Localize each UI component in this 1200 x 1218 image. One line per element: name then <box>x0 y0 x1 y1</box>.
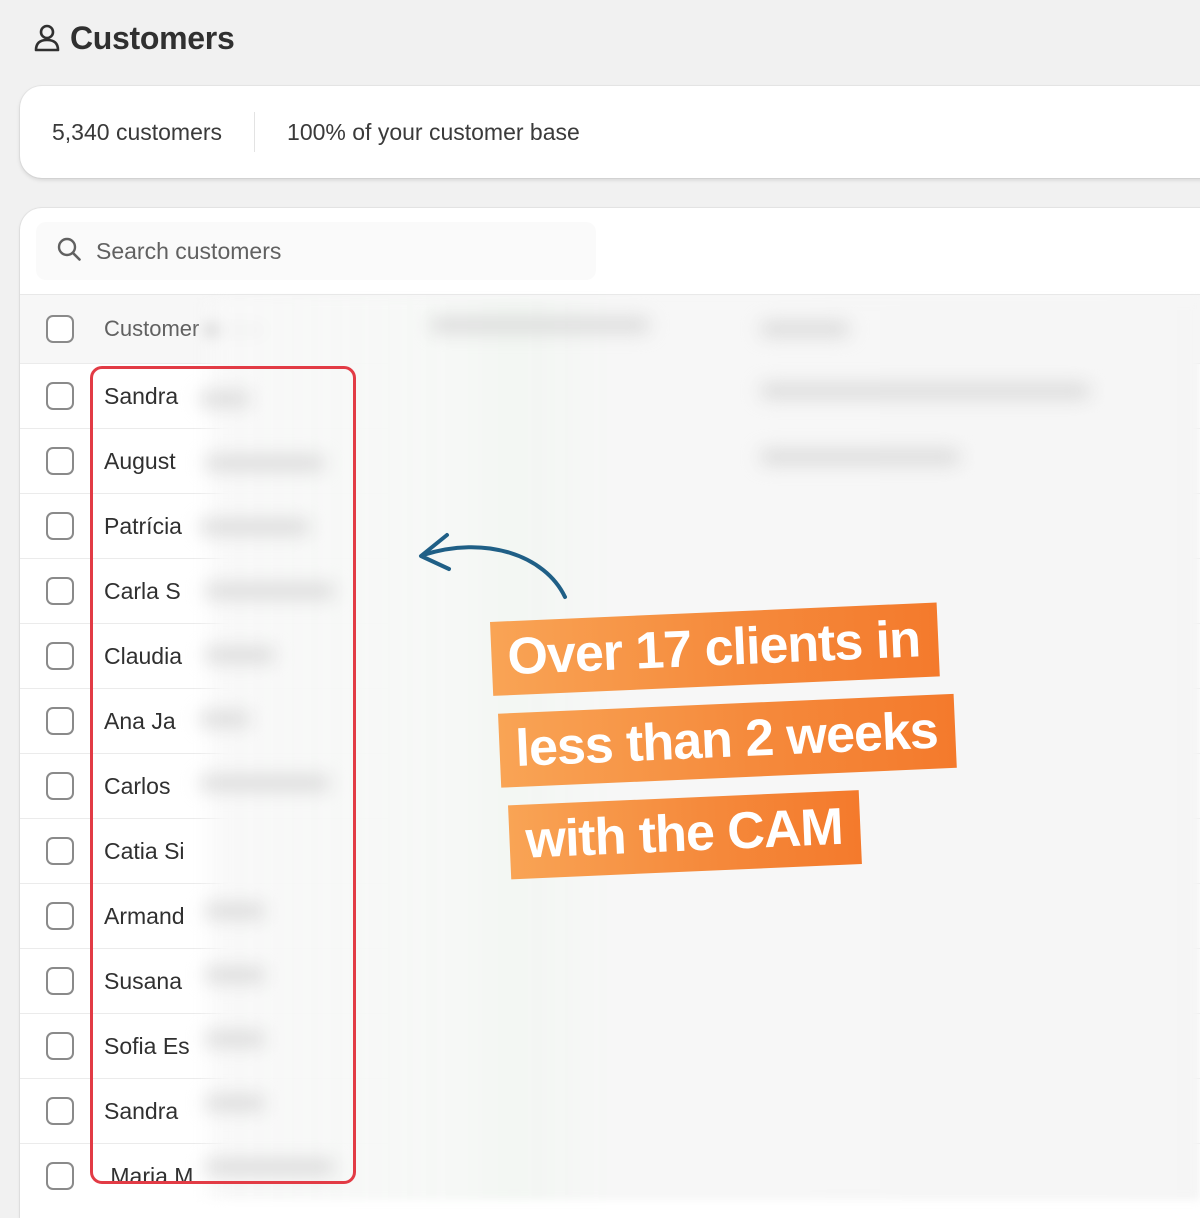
promo-callout: Over 17 clients in less than 2 weeks wit… <box>490 602 962 898</box>
search-input[interactable] <box>94 236 518 266</box>
row-checkbox[interactable] <box>46 382 74 410</box>
row-checkbox[interactable] <box>46 1162 74 1190</box>
row-checkbox[interactable] <box>46 837 74 865</box>
blurred-text <box>760 384 1090 398</box>
customer-count: 5,340 customers <box>52 118 223 145</box>
row-checkbox[interactable] <box>46 967 74 995</box>
callout-line: less than 2 weeks <box>498 693 958 788</box>
callout-line: with the CAM <box>508 790 863 880</box>
customer-share: 100% of your customer base <box>287 118 580 145</box>
search-bar[interactable] <box>36 222 596 280</box>
name-column-highlight <box>90 366 356 1184</box>
page-header: Customers <box>34 16 235 60</box>
blurred-text <box>430 318 650 332</box>
row-checkbox[interactable] <box>46 707 74 735</box>
row-checkbox[interactable] <box>46 512 74 540</box>
curved-arrow-icon <box>419 533 567 599</box>
select-all-checkbox[interactable] <box>46 315 74 343</box>
blurred-text <box>760 450 960 464</box>
row-checkbox[interactable] <box>46 642 74 670</box>
stats-card: 5,340 customers 100% of your customer ba… <box>20 86 1200 178</box>
blurred-text <box>760 322 850 336</box>
search-icon <box>56 236 82 267</box>
row-checkbox[interactable] <box>46 577 74 605</box>
person-icon <box>34 24 60 52</box>
row-checkbox[interactable] <box>46 772 74 800</box>
row-checkbox[interactable] <box>46 1032 74 1060</box>
page-title: Customers <box>70 19 235 56</box>
row-checkbox[interactable] <box>46 902 74 930</box>
row-checkbox[interactable] <box>46 447 74 475</box>
row-checkbox[interactable] <box>46 1097 74 1125</box>
